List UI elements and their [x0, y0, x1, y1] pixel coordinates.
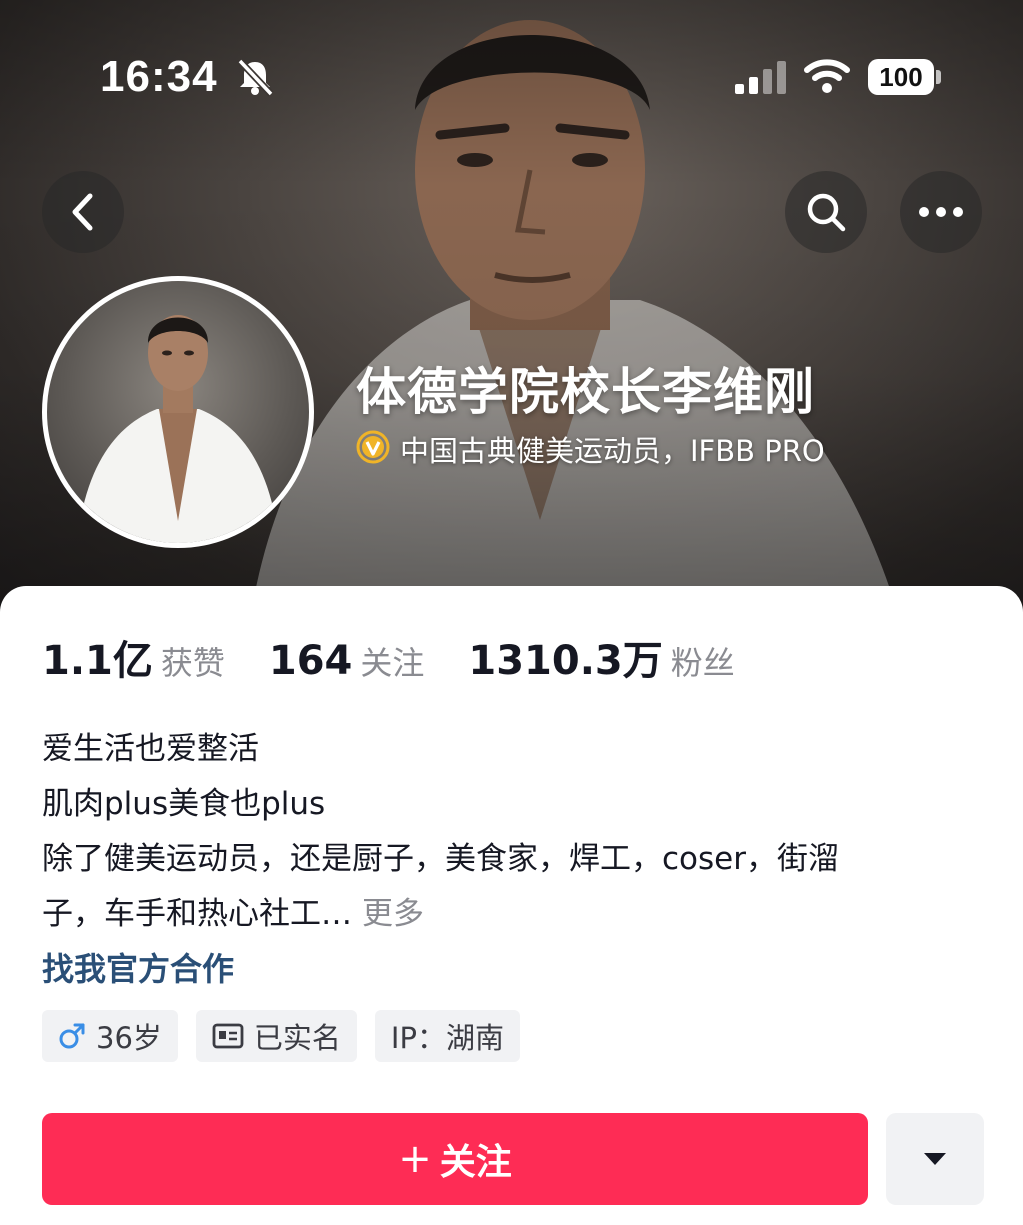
stat-likes-label: 获赞	[160, 644, 225, 682]
battery-tip	[936, 70, 941, 84]
id-card-icon	[212, 1023, 244, 1049]
bio-more-link[interactable]: 更多	[362, 896, 424, 932]
tag-verified-identity: 已实名	[195, 1010, 357, 1062]
tag-ip-location: IP：湖南	[374, 1010, 520, 1062]
profile-tags: 36岁 已实名 IP：湖南	[42, 1010, 538, 1062]
back-button[interactable]	[42, 171, 124, 253]
caret-down-icon	[924, 1153, 946, 1165]
bell-slash-icon	[237, 58, 274, 97]
wifi-icon	[804, 59, 850, 93]
bio-line-text: 子，车手和热心社工…	[42, 896, 352, 932]
more-actions-dropdown-button[interactable]	[886, 1113, 984, 1205]
verified-v-badge-icon	[356, 430, 390, 464]
stat-likes[interactable]: 1.1亿 获赞	[42, 628, 225, 686]
stat-followers-value: 1310.3万	[468, 638, 663, 684]
tag-verified-text: 已实名	[253, 1021, 341, 1055]
search-button[interactable]	[785, 171, 867, 253]
bio-line: 爱生活也爱整活	[42, 731, 259, 767]
profile-stats: 1.1亿 获赞 164 关注 1310.3万 粉丝	[42, 628, 779, 686]
profile-bio: 爱生活也爱整活 肌肉plus美食也plus 除了健美运动员，还是厨子，美食家，焊…	[42, 722, 992, 942]
plus-icon: +	[398, 1136, 432, 1182]
search-icon	[807, 193, 846, 232]
more-dots-icon	[919, 207, 963, 217]
bio-line: 肌肉plus美食也plus	[42, 786, 326, 822]
status-time: 16:34	[100, 52, 218, 101]
follow-button[interactable]: + 关注	[42, 1113, 868, 1205]
avatar[interactable]	[42, 276, 314, 548]
stat-followers[interactable]: 1310.3万 粉丝	[468, 628, 734, 686]
tag-ip-text: IP：湖南	[390, 1021, 504, 1055]
bio-line-last: 子，车手和热心社工… 更多	[42, 887, 992, 942]
verification-description: 中国古典健美运动员，IFBB PRO	[400, 434, 825, 468]
stat-following[interactable]: 164 关注	[269, 638, 425, 684]
official-cooperation-link[interactable]: 找我官方合作	[42, 944, 234, 990]
profile-name: 体德学院校长李维刚	[356, 363, 815, 421]
tag-gender-age: 36岁	[42, 1010, 178, 1062]
signal-icon	[735, 61, 786, 94]
tag-age-text: 36岁	[96, 1021, 162, 1055]
stat-likes-value: 1.1亿	[42, 638, 153, 684]
bio-line: 除了健美运动员，还是厨子，美食家，焊工，coser，街溜	[42, 841, 839, 877]
profile-screen: 16:34 100 体德学院校长李维刚 中国古典健美运动员，IFBB PRO 1…	[0, 0, 1023, 1225]
more-options-button[interactable]	[900, 171, 982, 253]
battery-icon: 100	[868, 59, 934, 95]
stat-following-value: 164	[268, 638, 353, 684]
follow-label: 关注	[439, 1142, 512, 1183]
male-icon	[59, 1023, 85, 1049]
stat-following-label: 关注	[360, 644, 425, 682]
avatar-photo	[77, 315, 279, 543]
stat-followers-label: 粉丝	[670, 644, 735, 682]
back-arrow-icon	[72, 193, 93, 231]
